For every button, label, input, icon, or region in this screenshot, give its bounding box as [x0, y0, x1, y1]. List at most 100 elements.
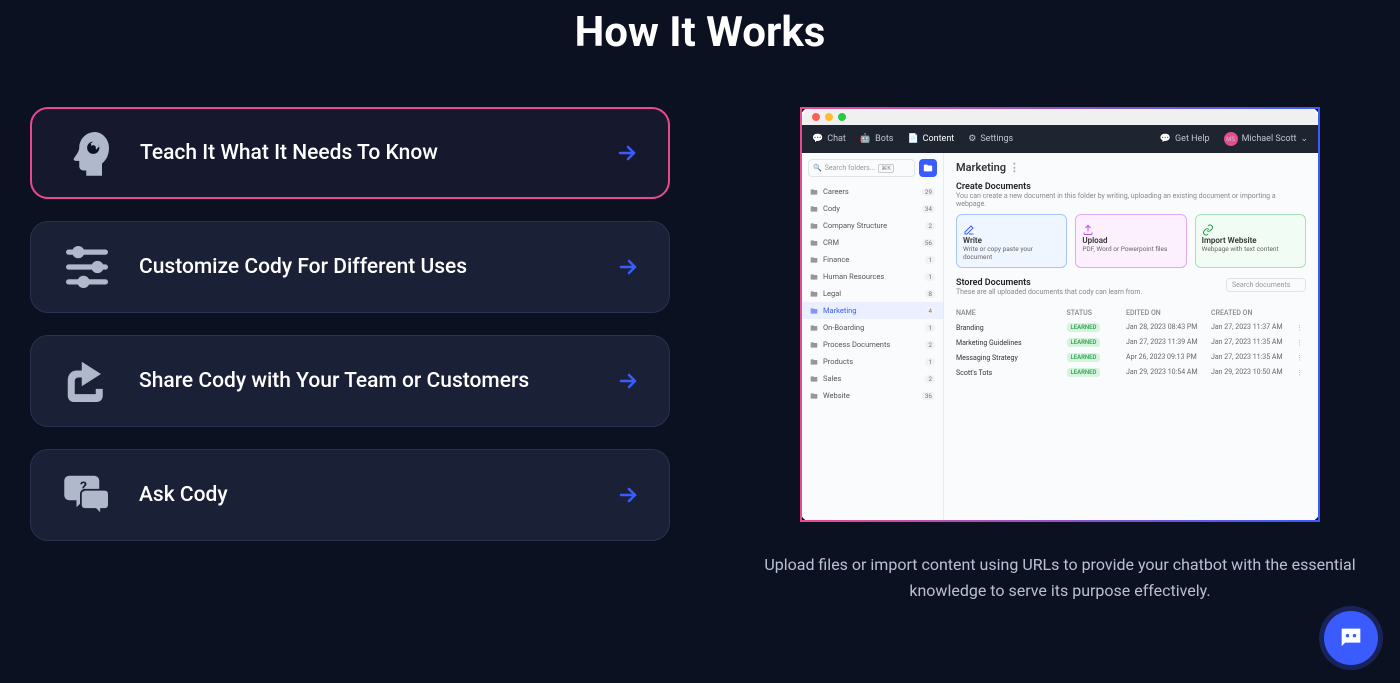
table-row[interactable]: Scott's TotsLEARNEDJan 29, 2023 10:54 AM… — [956, 365, 1306, 380]
gear-icon: ⚙ — [968, 134, 976, 144]
folder-icon — [810, 392, 818, 400]
folder-icon — [810, 324, 818, 332]
upload-icon — [1082, 221, 1094, 233]
card-upload[interactable]: Upload PDF, Word or Powerpoint files — [1075, 214, 1186, 268]
folder-count: 1 — [925, 256, 935, 264]
folder-item[interactable]: Marketing4 — [802, 302, 943, 319]
description: Upload files or import content using URL… — [760, 552, 1360, 603]
folder-name: On-Boarding — [823, 323, 920, 332]
nav-label: Content — [923, 134, 955, 144]
folder-item[interactable]: On-Boarding 1 — [802, 319, 943, 336]
nav-label: Chat — [827, 134, 846, 144]
folder-item[interactable]: Website36 — [802, 387, 943, 404]
step-title: Customize Cody For Different Uses — [139, 255, 593, 279]
folder-count: 8 — [925, 290, 935, 298]
folder-name: Human Resources — [823, 272, 920, 281]
more-icon[interactable]: ⋮ — [1296, 324, 1306, 332]
folder-count: 1 — [925, 358, 935, 366]
doc-table: NAME STATUS EDITED ON CREATED ON Brandin… — [956, 306, 1306, 380]
more-icon[interactable]: ⋮ — [1009, 161, 1020, 174]
content-title: Marketing ⋮ — [956, 161, 1306, 174]
folder-count: 1 — [925, 324, 935, 332]
stored-header: Stored Documents These are all uploaded … — [956, 278, 1306, 302]
more-icon[interactable]: ⋮ — [1296, 339, 1306, 347]
folder-item[interactable]: Company Structure 2 — [802, 217, 943, 234]
step-title: Share Cody with Your Team or Customers — [139, 369, 593, 393]
more-icon[interactable]: ⋮ — [1296, 369, 1306, 377]
folder-name: CRM — [823, 238, 917, 247]
card-import[interactable]: Import Website Webpage with text content — [1195, 214, 1306, 268]
doc-status: LEARNED — [1067, 323, 1127, 332]
arrow-right-icon — [617, 483, 641, 507]
folder-name: Careers — [823, 187, 917, 196]
folder-name: Legal — [823, 289, 920, 298]
stored-title: Stored Documents — [956, 278, 1226, 288]
step-share[interactable]: Share Cody with Your Team or Customers — [30, 335, 670, 427]
doc-status: LEARNED — [1067, 368, 1127, 377]
folder-count: 2 — [925, 222, 935, 230]
folder-item[interactable]: Human Resources1 — [802, 268, 943, 285]
folder-name: Marketing — [823, 306, 920, 315]
folder-icon — [810, 375, 818, 383]
step-ask[interactable]: ? Ask Cody — [30, 449, 670, 541]
preview-column: 💬Chat 🤖Bots 📄Content ⚙ Settings 💬Get Help… — [750, 87, 1370, 603]
table-row[interactable]: BrandingLEARNEDJan 28, 2023 08:43 PMJan … — [956, 320, 1306, 335]
chevron-down-icon: ⌄ — [1300, 134, 1308, 144]
nav-help[interactable]: 💬Get Help — [1160, 134, 1210, 144]
nav-label: Bots — [875, 134, 893, 144]
nav-content[interactable]: 📄Content — [907, 134, 954, 144]
search-input[interactable]: 🔍 Search folders... ⌘K — [808, 159, 915, 177]
card-sub: PDF, Word or Powerpoint files — [1082, 245, 1179, 253]
card-title: Write — [963, 236, 1060, 245]
step-teach[interactable]: Teach It What It Needs To Know — [30, 107, 670, 199]
table-row[interactable]: Messaging StrategyLEARNEDApr 26, 2023 09… — [956, 350, 1306, 365]
folder-item[interactable]: CRM56 — [802, 234, 943, 251]
card-title: Import Website — [1202, 236, 1299, 245]
table-row[interactable]: Marketing GuidelinesLEARNEDJan 27, 2023 … — [956, 335, 1306, 350]
folder-item[interactable]: Cody34 — [802, 200, 943, 217]
folder-icon — [810, 256, 818, 264]
folder-name: Company Structure — [823, 221, 920, 230]
folder-item[interactable]: Process Documents2 — [802, 336, 943, 353]
folder-item[interactable]: Legal 8 — [802, 285, 943, 302]
doc-name: Messaging Strategy — [956, 354, 1067, 362]
arrow-right-icon — [616, 141, 640, 165]
folder-icon — [810, 188, 818, 196]
doc-status: LEARNED — [1067, 353, 1127, 362]
preview-window: 💬Chat 🤖Bots 📄Content ⚙ Settings 💬Get Help… — [800, 107, 1320, 522]
doc-edited: Apr 26, 2023 09:13 PM — [1126, 353, 1211, 362]
card-sub: Write or copy paste your document — [963, 245, 1060, 261]
main-content: Teach It What It Needs To Know Customize… — [0, 87, 1400, 603]
col-status: STATUS — [1067, 309, 1127, 317]
window-close-dot — [812, 113, 820, 121]
nav-bots[interactable]: 🤖Bots — [860, 134, 894, 144]
folder-item[interactable]: Sales2 — [802, 370, 943, 387]
folder-item[interactable]: Finance1 — [802, 251, 943, 268]
card-write[interactable]: Write Write or copy paste your document — [956, 214, 1067, 268]
arrow-right-icon — [617, 255, 641, 279]
step-title: Ask Cody — [139, 483, 593, 507]
more-icon[interactable]: ⋮ — [1296, 354, 1306, 362]
create-cards: Write Write or copy paste your document … — [956, 214, 1306, 268]
folder-item[interactable]: Careers29 — [802, 183, 943, 200]
nav-chat[interactable]: 💬Chat — [812, 134, 846, 144]
folder-item[interactable]: Products1 — [802, 353, 943, 370]
page-title: How It Works — [0, 0, 1400, 87]
search-placeholder: Search folders... — [825, 164, 876, 172]
step-customize[interactable]: Customize Cody For Different Uses — [30, 221, 670, 313]
doc-created: Jan 29, 2023 10:50 AM — [1211, 368, 1296, 377]
new-folder-button[interactable] — [919, 159, 937, 177]
folder-icon — [810, 341, 818, 349]
search-icon: 🔍 — [813, 164, 822, 172]
folder-icon — [810, 273, 818, 281]
window-min-dot — [825, 113, 833, 121]
svg-text:?: ? — [80, 480, 87, 496]
chat-fab[interactable] — [1324, 611, 1378, 665]
folder-icon — [810, 239, 818, 247]
folder-icon — [810, 222, 818, 230]
nav-settings[interactable]: ⚙ Settings — [968, 134, 1013, 144]
nav-label: Settings — [980, 134, 1013, 144]
nav-user[interactable]: MSMichael Scott⌄ — [1224, 132, 1308, 146]
search-documents-input[interactable]: Search documents — [1226, 278, 1306, 292]
col-created: CREATED ON — [1211, 309, 1296, 317]
